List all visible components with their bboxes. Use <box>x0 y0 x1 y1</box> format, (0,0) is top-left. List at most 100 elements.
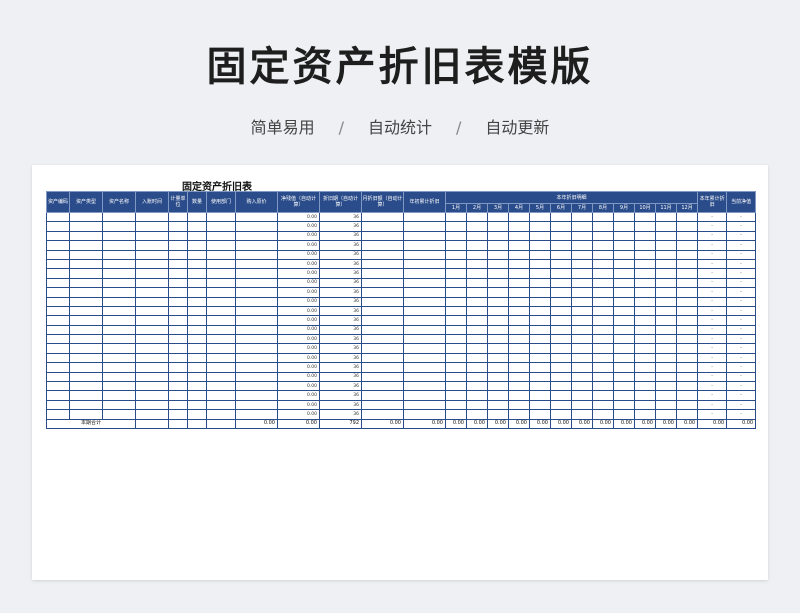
table-cell: - <box>697 258 728 270</box>
table-cell <box>675 381 699 392</box>
table-cell <box>529 343 551 354</box>
table-cell: - <box>697 268 728 279</box>
table-cell <box>361 390 404 401</box>
table-cell <box>634 258 656 270</box>
table-cell <box>135 258 169 270</box>
table-cell <box>655 371 677 383</box>
table-cell <box>592 390 614 401</box>
table-cell <box>403 390 446 401</box>
header-prior-accumulated: 年初累计折旧 <box>403 191 446 213</box>
table-cell <box>403 381 446 392</box>
table-cell <box>655 230 677 242</box>
table-cell <box>634 296 656 307</box>
tag-auto-stats: 自动统计 <box>367 118 432 137</box>
table-cell <box>634 399 656 411</box>
table-cell <box>206 258 236 270</box>
table-cell <box>466 258 488 270</box>
table-cell <box>46 371 70 383</box>
spreadsheet-preview: 固定资产折旧表 资产编码 资产类型 资产名称 入账时间 计量单位 数量 使用部门… <box>32 165 768 580</box>
table-cell <box>550 240 572 251</box>
table-cell <box>187 343 207 354</box>
table-cell <box>135 305 169 317</box>
table-cell <box>69 277 103 289</box>
table-cell <box>445 258 467 270</box>
table-cell <box>655 277 677 289</box>
table-cell <box>69 249 103 260</box>
table-cell <box>487 305 509 317</box>
header-asset-type: 资产类型 <box>69 191 103 213</box>
table-cell: - <box>726 399 757 411</box>
table-cell <box>634 381 656 392</box>
table-cell: 0.00 <box>277 211 320 223</box>
table-cell <box>187 399 207 411</box>
table-cell <box>466 240 488 251</box>
table-cell <box>675 287 699 298</box>
table-cell: - <box>726 268 757 279</box>
separator: / <box>456 118 462 137</box>
table-cell <box>571 409 593 420</box>
table-cell <box>613 362 635 373</box>
table-cell: 0.00 <box>361 418 404 430</box>
table-cell <box>187 287 207 298</box>
table-cell <box>403 362 446 373</box>
table-cell <box>655 249 677 260</box>
table-cell <box>655 258 677 270</box>
table-cell <box>508 381 530 392</box>
table-cell <box>634 305 656 317</box>
page-title: 固定资产折旧表模版 <box>206 44 594 90</box>
table-cell: 0.00 <box>445 418 467 430</box>
table-cell <box>403 240 446 251</box>
table-cell: 36 <box>319 343 362 354</box>
table-cell: - <box>697 371 728 383</box>
table-cell <box>235 390 278 401</box>
table-cell <box>613 296 635 307</box>
table-cell <box>675 296 699 307</box>
table-cell <box>508 277 530 289</box>
table-cell <box>46 324 70 336</box>
table-cell: - <box>726 371 757 383</box>
table-cell <box>361 371 404 383</box>
table-cell <box>235 296 278 307</box>
table-cell: 0.00 <box>487 418 509 430</box>
table-cell <box>529 390 551 401</box>
table-cell <box>235 315 278 326</box>
table-cell <box>445 371 467 383</box>
table-cell <box>634 343 656 354</box>
table-cell: - <box>726 230 757 242</box>
table-cell <box>571 399 593 411</box>
table-cell: - <box>726 305 757 317</box>
table-cell <box>102 240 136 251</box>
header-current-year-detail: 本年折旧明细 <box>444 191 699 204</box>
table-cell <box>361 352 404 364</box>
table-cell <box>529 315 551 326</box>
table-cell <box>487 371 509 383</box>
table-cell <box>403 230 446 242</box>
table-cell <box>187 211 207 223</box>
header-entry-time: 入账时间 <box>135 191 169 213</box>
table-cell <box>235 409 278 420</box>
table-cell: 36 <box>319 381 362 392</box>
table-cell <box>675 324 699 336</box>
table-cell <box>102 343 136 354</box>
table-cell: 0.00 <box>277 221 320 232</box>
table-cell <box>675 268 699 279</box>
table-cell <box>487 334 509 345</box>
table-cell <box>466 221 488 232</box>
table-cell <box>361 343 404 354</box>
table-cell <box>187 221 207 232</box>
table-cell <box>529 305 551 317</box>
table-cell <box>46 305 70 317</box>
table-cell <box>571 249 593 260</box>
table-cell <box>655 287 677 298</box>
table-cell <box>529 268 551 279</box>
table-cell: - <box>697 277 728 289</box>
table-cell <box>206 221 236 232</box>
table-cell <box>361 287 404 298</box>
table-cell <box>655 268 677 279</box>
table-cell <box>187 418 207 430</box>
header-unit: 计量单位 <box>168 191 188 213</box>
tag-auto-update: 自动更新 <box>485 118 550 137</box>
table-cell <box>613 268 635 279</box>
table-cell: - <box>697 381 728 392</box>
table-cell <box>487 390 509 401</box>
